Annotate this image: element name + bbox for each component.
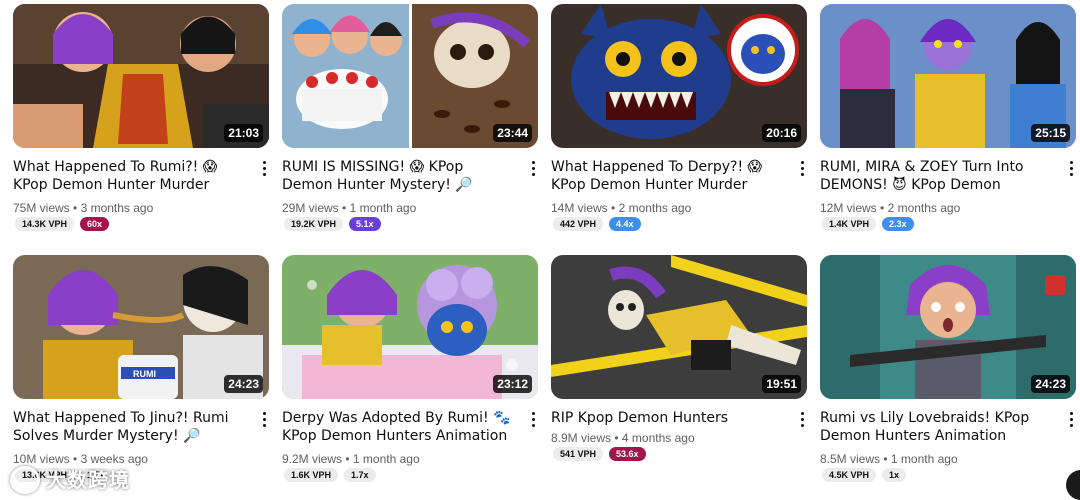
multiplier-badge: 4.4x xyxy=(609,217,641,231)
badges: 541 VPH 53.6x xyxy=(553,447,652,463)
video-stats: 12M views • 2 months ago xyxy=(820,201,961,215)
upload-age: 2 months ago xyxy=(618,201,692,215)
view-count: 8.9M views xyxy=(551,431,612,445)
video-stats: 9.2M views • 1 month ago xyxy=(282,452,420,466)
badges: 1.6K VPH 1.7x xyxy=(284,468,382,484)
view-count: 8.5M views xyxy=(820,452,881,466)
more-options-icon[interactable] xyxy=(801,412,805,428)
upload-age: 4 months ago xyxy=(621,431,695,445)
upload-age: 1 month ago xyxy=(890,452,958,466)
badges: 1.4K VPH 2.3x xyxy=(822,217,920,233)
video-title[interactable]: RIP Kpop Demon Hunters xyxy=(551,409,787,427)
view-count: 14M views xyxy=(551,201,608,215)
video-stats: 75M views • 3 months ago xyxy=(13,201,154,215)
more-options-icon[interactable] xyxy=(801,161,805,177)
view-count: 29M views xyxy=(282,201,339,215)
video-thumbnail[interactable]: 20:16 xyxy=(551,4,807,148)
multiplier-badge: 5.1x xyxy=(349,217,381,231)
video-duration: 19:51 xyxy=(762,375,801,393)
video-thumbnail[interactable]: 24:23 xyxy=(820,255,1076,399)
video-duration: 23:12 xyxy=(493,375,532,393)
video-duration: 25:15 xyxy=(1031,124,1070,142)
multiplier-badge: 2.3x xyxy=(882,217,914,231)
more-options-icon[interactable] xyxy=(532,412,536,428)
video-stats: 29M views • 1 month ago xyxy=(282,201,417,215)
more-options-icon[interactable] xyxy=(263,412,267,428)
vph-badge: 19.2K VPH xyxy=(284,217,344,231)
video-duration: 24:23 xyxy=(1031,375,1070,393)
more-options-icon[interactable] xyxy=(1070,412,1074,428)
video-duration: 20:16 xyxy=(762,124,801,142)
video-stats: 14M views • 2 months ago xyxy=(551,201,692,215)
video-title[interactable]: Rumi vs Lily Lovebraids! KPop Demon Hunt… xyxy=(820,409,1056,445)
video-thumbnail[interactable]: 19:51 xyxy=(551,255,807,399)
watermark-logo-icon xyxy=(10,466,40,494)
upload-age: 1 month ago xyxy=(349,201,417,215)
video-thumbnail[interactable]: 23:44 xyxy=(282,4,538,148)
svg-text:RUMI: RUMI xyxy=(133,369,156,379)
video-title[interactable]: What Happened To Jinu?! Rumi Solves Murd… xyxy=(13,409,249,445)
video-duration: 24:23 xyxy=(224,375,263,393)
vph-badge: 541 VPH xyxy=(553,447,604,461)
vph-badge: 1.6K VPH xyxy=(284,468,339,482)
view-count: 12M views xyxy=(820,201,877,215)
video-thumbnail[interactable]: 21:03 xyxy=(13,4,269,148)
video-duration: 23:44 xyxy=(493,124,532,142)
badges: 442 VPH 4.4x xyxy=(553,217,647,233)
video-grid: 21:03 What Happened To Rumi?! 😱 KPop Dem… xyxy=(0,0,1080,496)
video-title[interactable]: Derpy Was Adopted By Rumi! 🐾 KPop Demon … xyxy=(282,409,518,445)
video-stats: 8.9M views • 4 months ago xyxy=(551,431,695,445)
video-thumbnail[interactable]: 23:12 xyxy=(282,255,538,399)
video-title[interactable]: What Happened To Rumi?! 😱 KPop Demon Hun… xyxy=(13,158,249,194)
multiplier-badge: 1.7x xyxy=(344,468,376,482)
vph-badge: 442 VPH xyxy=(553,217,604,231)
more-options-icon[interactable] xyxy=(532,161,536,177)
badges: 4.5K VPH 1x xyxy=(822,468,912,484)
upload-age: 1 month ago xyxy=(352,452,420,466)
upload-age: 3 months ago xyxy=(80,201,154,215)
video-thumbnail[interactable]: 25:15 xyxy=(820,4,1076,148)
multiplier-badge: 1x xyxy=(882,468,907,482)
badges: 14.3K VPH 60x xyxy=(15,217,115,233)
video-title[interactable]: What Happened To Derpy?! 😱 KPop Demon Hu… xyxy=(551,158,787,194)
watermark-text: 大数跨境 xyxy=(46,470,130,492)
multiplier-badge: 53.6x xyxy=(609,447,646,461)
badges: 19.2K VPH 5.1x xyxy=(284,217,387,233)
more-options-icon[interactable] xyxy=(263,161,267,177)
video-stats: 8.5M views • 1 month ago xyxy=(820,452,958,466)
multiplier-badge: 60x xyxy=(80,217,110,231)
upload-age: 2 months ago xyxy=(887,201,961,215)
view-count: 75M views xyxy=(13,201,70,215)
vph-badge: 1.4K VPH xyxy=(822,217,877,231)
more-options-icon[interactable] xyxy=(1070,161,1074,177)
video-thumbnail[interactable]: RUMI 24:23 xyxy=(13,255,269,399)
vph-badge: 4.5K VPH xyxy=(822,468,877,482)
view-count: 9.2M views xyxy=(282,452,343,466)
vph-badge: 14.3K VPH xyxy=(15,217,75,231)
video-title[interactable]: RUMI IS MISSING! 😱 KPop Demon Hunter Mys… xyxy=(282,158,518,194)
video-title[interactable]: RUMI, MIRA & ZOEY Turn Into DEMONS! 😈 KP… xyxy=(820,158,1056,194)
video-duration: 21:03 xyxy=(224,124,263,142)
